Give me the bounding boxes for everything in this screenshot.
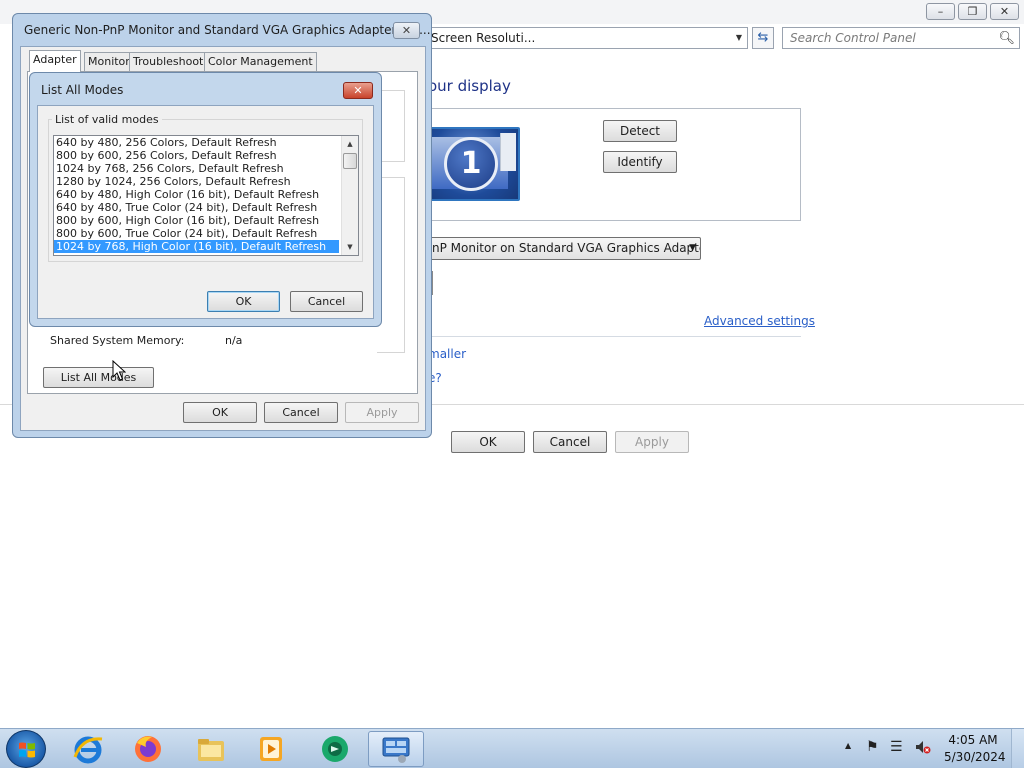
address-bar[interactable]: Screen Resoluti... ▼ bbox=[428, 27, 748, 49]
divider bbox=[428, 336, 801, 337]
shared-memory-label: Shared System Memory: bbox=[50, 334, 185, 347]
close-button[interactable]: ✕ bbox=[990, 3, 1019, 20]
taskbar-app-green[interactable] bbox=[307, 731, 363, 767]
cancel-button[interactable]: Cancel bbox=[290, 291, 363, 312]
monitor-sheet bbox=[500, 133, 516, 171]
scroll-thumb[interactable] bbox=[343, 153, 357, 169]
taskbar-app-firefox[interactable] bbox=[120, 731, 176, 767]
maximize-button[interactable]: ❐ bbox=[958, 3, 987, 20]
mouse-cursor-icon bbox=[112, 360, 126, 381]
dialog-title: Generic Non-PnP Monitor and Standard VGA… bbox=[24, 23, 431, 37]
dialog-body: List of valid modes 640 by 480, 256 Colo… bbox=[37, 105, 374, 319]
list-item[interactable]: 800 by 600, True Color (24 bit), Default… bbox=[54, 227, 339, 240]
list-item[interactable]: 800 by 600, 256 Colors, Default Refresh bbox=[54, 149, 339, 162]
list-item[interactable]: 800 by 600, High Color (16 bit), Default… bbox=[54, 214, 339, 227]
minimize-icon: – bbox=[937, 5, 944, 18]
network-icon[interactable]: ☰ bbox=[890, 739, 903, 755]
modes-listbox[interactable]: 640 by 480, 256 Colors, Default Refresh … bbox=[53, 135, 359, 256]
display-select[interactable]: nP Monitor on Standard VGA Graphics Adap… bbox=[428, 237, 701, 260]
apply-button[interactable]: Apply bbox=[615, 431, 689, 453]
tab-monitor[interactable]: Monitor bbox=[84, 52, 134, 71]
scroll-up-icon[interactable]: ▲ bbox=[342, 136, 358, 152]
search-placeholder: Search Control Panel bbox=[790, 31, 916, 45]
advanced-settings-link[interactable]: Advanced settings bbox=[704, 314, 815, 328]
tab-troubleshoot[interactable]: Troubleshoot bbox=[129, 52, 208, 71]
chevron-down-icon: ▼ bbox=[689, 243, 696, 253]
ok-button[interactable]: OK bbox=[451, 431, 525, 453]
taskbar-app-explorer[interactable] bbox=[183, 731, 239, 767]
show-hidden-icons-button[interactable]: ▲ bbox=[845, 741, 851, 750]
start-button[interactable] bbox=[6, 730, 46, 768]
refresh-button[interactable]: ⇆ bbox=[752, 27, 774, 49]
list-item[interactable]: 640 by 480, High Color (16 bit), Default… bbox=[54, 188, 339, 201]
list-item[interactable]: 640 by 480, True Color (24 bit), Default… bbox=[54, 201, 339, 214]
list-item[interactable]: 640 by 480, 256 Colors, Default Refresh bbox=[54, 136, 339, 149]
monitor-number-badge: 1 bbox=[444, 137, 498, 191]
tab-color-management[interactable]: Color Management bbox=[204, 52, 317, 71]
close-button[interactable]: ✕ bbox=[343, 82, 373, 99]
taskbar-app-media-player[interactable] bbox=[243, 731, 299, 767]
volume-muted-icon[interactable] bbox=[915, 739, 931, 759]
search-icon[interactable]: 🔍︎ bbox=[998, 29, 1015, 49]
close-button[interactable]: ✕ bbox=[393, 22, 420, 39]
detect-button[interactable]: Detect bbox=[603, 120, 677, 142]
ok-button[interactable]: OK bbox=[207, 291, 280, 312]
page-title: our display bbox=[428, 77, 511, 95]
cancel-button[interactable]: Cancel bbox=[264, 402, 338, 423]
action-center-icon[interactable]: ⚑ bbox=[866, 739, 879, 755]
control-panel-icon bbox=[382, 737, 410, 763]
monitor-icon[interactable]: 1 bbox=[428, 127, 520, 201]
taskbar-app-internet-explorer[interactable] bbox=[60, 731, 116, 767]
green-app-icon bbox=[322, 736, 348, 762]
minimize-button[interactable]: – bbox=[926, 3, 955, 20]
windows-logo-icon bbox=[19, 742, 35, 758]
internet-explorer-icon bbox=[73, 736, 103, 764]
clock-date[interactable]: 5/30/2024 bbox=[944, 750, 1006, 764]
tab-adapter[interactable]: Adapter bbox=[29, 50, 81, 72]
list-item-selected[interactable]: 1024 by 768, High Color (16 bit), Defaul… bbox=[54, 240, 339, 253]
list-item[interactable]: 1024 by 768, 256 Colors, Default Refresh bbox=[54, 162, 339, 175]
display-select-value: nP Monitor on Standard VGA Graphics Adap… bbox=[432, 241, 701, 255]
shared-memory-value: n/a bbox=[225, 334, 243, 347]
address-text: Screen Resoluti... bbox=[431, 31, 536, 45]
taskbar-app-control-panel[interactable] bbox=[368, 731, 424, 767]
vertical-scrollbar[interactable]: ▲ ▼ bbox=[341, 136, 358, 255]
restore-icon: ❐ bbox=[967, 5, 978, 18]
taskbar: ▲ ⚑ ☰ 4:05 AM 5/30/2024 bbox=[0, 728, 1024, 768]
list-all-modes-button[interactable]: List All Modes bbox=[43, 367, 154, 388]
identify-button[interactable]: Identify bbox=[603, 151, 677, 173]
scroll-down-icon[interactable]: ▼ bbox=[342, 239, 358, 255]
clock-time[interactable]: 4:05 AM bbox=[944, 733, 1002, 747]
list-all-modes-dialog: List All Modes ✕ List of valid modes 640… bbox=[29, 72, 382, 327]
cancel-button[interactable]: Cancel bbox=[533, 431, 607, 453]
search-input[interactable]: Search Control Panel 🔍︎ bbox=[782, 27, 1020, 49]
close-icon: ✕ bbox=[401, 24, 412, 37]
media-player-icon bbox=[260, 737, 282, 761]
refresh-icon: ⇆ bbox=[757, 30, 769, 45]
dialog-title: List All Modes bbox=[41, 83, 124, 97]
group-label: List of valid modes bbox=[52, 113, 162, 126]
list-item[interactable]: 1280 by 1024, 256 Colors, Default Refres… bbox=[54, 175, 339, 188]
close-icon: ✕ bbox=[353, 84, 363, 97]
text-size-link[interactable]: maller bbox=[428, 347, 466, 361]
show-desktop-button[interactable] bbox=[1011, 729, 1024, 768]
apply-button[interactable]: Apply bbox=[345, 402, 419, 423]
ok-button[interactable]: OK bbox=[183, 402, 257, 423]
chevron-down-icon[interactable]: ▼ bbox=[733, 28, 745, 48]
firefox-icon bbox=[135, 736, 161, 762]
file-explorer-icon bbox=[198, 739, 224, 761]
close-icon: ✕ bbox=[999, 5, 1010, 18]
